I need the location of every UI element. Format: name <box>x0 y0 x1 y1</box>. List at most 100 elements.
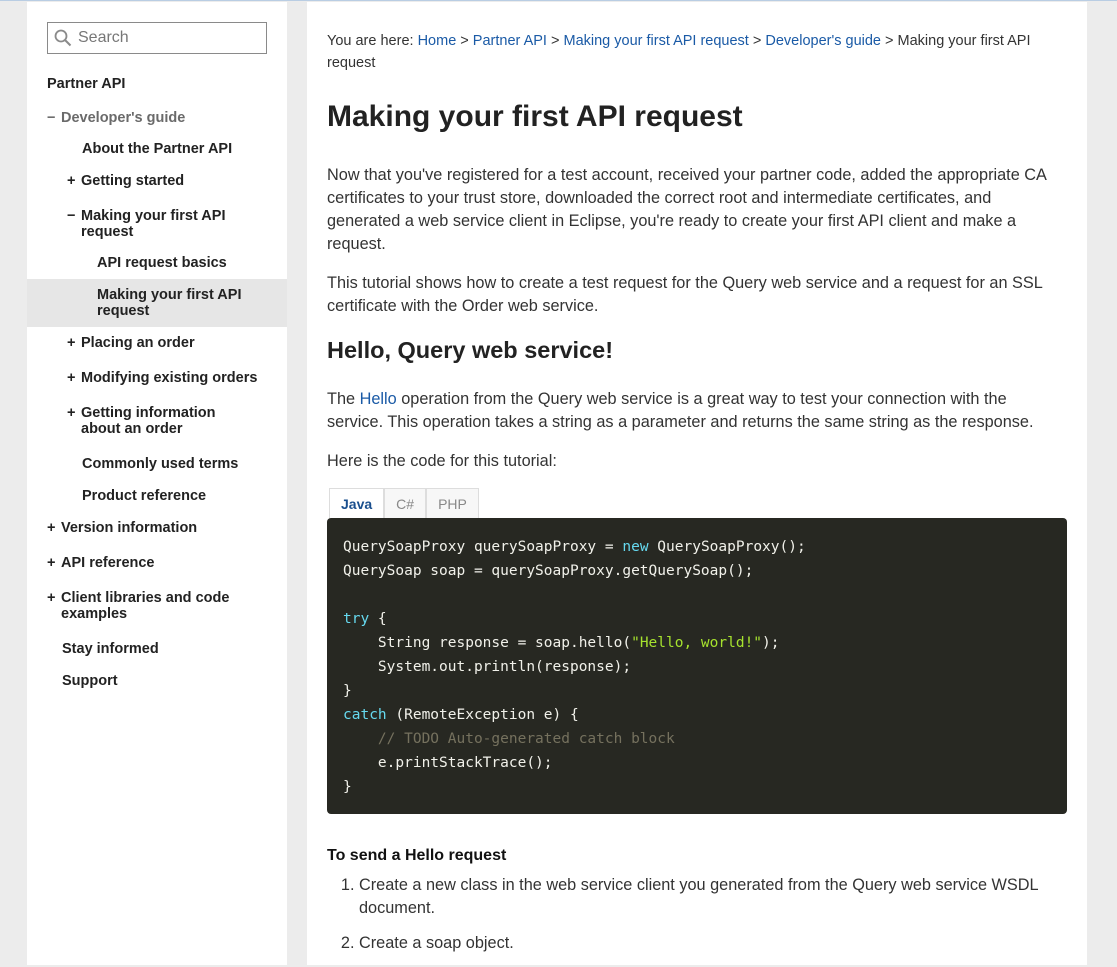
code-line: System.out.println(response); <box>343 659 632 675</box>
nav-label-line1: Getting information <box>81 405 216 421</box>
nav-label: About the Partner API <box>82 141 233 157</box>
nav-developers-guide[interactable]: − Developer's guide <box>47 110 186 126</box>
breadcrumb-separator: > <box>550 33 560 49</box>
nav-label-line1: Making your first API <box>81 208 226 224</box>
search-icon <box>54 29 72 47</box>
breadcrumb-link-home[interactable]: Home <box>418 33 457 49</box>
breadcrumb: You are here: Home > Partner API > Makin… <box>327 30 1047 74</box>
minus-icon[interactable]: − <box>67 208 79 224</box>
breadcrumb-separator: > <box>885 33 894 49</box>
tab-csharp[interactable]: C# <box>384 488 427 518</box>
breadcrumb-separator: > <box>752 33 762 49</box>
plus-icon[interactable]: + <box>47 555 59 571</box>
code-tabs: Java C# PHP <box>329 488 479 518</box>
code-keyword: catch <box>343 707 387 723</box>
list-item: Create a new class in the web service cl… <box>359 874 1067 920</box>
code-line: QuerySoap soap = querySoapProxy.getQuery… <box>343 563 754 579</box>
section-title: Hello, Query web service! <box>327 337 614 363</box>
nav-label: Product reference <box>82 488 207 504</box>
code-line: catch (RemoteException e) { <box>343 703 1051 727</box>
code-line: } <box>343 779 352 795</box>
code-keyword: new <box>622 539 649 555</box>
breadcrumb-separator: > <box>460 33 469 49</box>
nav-label: Version information <box>61 520 198 536</box>
nav-placing-order[interactable]: + Placing an order <box>67 335 195 351</box>
nav-label: Developer's guide <box>61 110 186 126</box>
nav-label-line2: request <box>97 303 150 319</box>
nav-partner-api[interactable]: Partner API <box>47 76 125 92</box>
hello-text-post: operation from the Query web service is … <box>327 390 1034 431</box>
nav-label-line1: Making your first API <box>97 287 242 303</box>
steps-list: Create a new class in the web service cl… <box>327 874 1067 967</box>
breadcrumb-link-first-request[interactable]: Making your first API request <box>563 33 748 49</box>
list-item: Create a soap object. <box>359 932 1067 955</box>
nav-making-first-request[interactable]: − Making your first API request <box>67 208 226 240</box>
plus-icon[interactable]: + <box>47 520 59 536</box>
page-title: Making your first API request <box>327 100 743 133</box>
hello-paragraph: The Hello operation from the Query web s… <box>327 388 1067 434</box>
main-content: You are here: Home > Partner API > Makin… <box>307 2 1087 965</box>
code-keyword: try <box>343 611 370 627</box>
nav-label: Stay informed <box>62 641 159 657</box>
hello-text-pre: The <box>327 390 360 408</box>
nav-label: Getting started <box>81 173 185 189</box>
nav-label: Placing an order <box>81 335 195 351</box>
breadcrumb-prefix: You are here: <box>327 33 414 49</box>
sidebar: Partner API − Developer's guide About th… <box>27 2 287 965</box>
plus-icon[interactable]: + <box>67 335 79 351</box>
code-string: "Hello, world!" <box>631 635 763 651</box>
nav-client-libraries[interactable]: + Client libraries and code examples <box>47 590 230 622</box>
code-comment: // TODO Auto-generated catch block <box>343 731 675 747</box>
nav-about-partner-api[interactable]: About the Partner API <box>82 141 232 157</box>
nav-api-reference[interactable]: + API reference <box>47 555 155 571</box>
code-text: QuerySoapProxy querySoapProxy = <box>343 539 623 555</box>
nav-common-terms[interactable]: Commonly used terms <box>82 456 238 472</box>
code-intro: Here is the code for this tutorial: <box>327 452 557 470</box>
code-text: ); <box>762 635 780 651</box>
tab-php[interactable]: PHP <box>426 488 479 518</box>
nav-label-line2: request <box>81 224 134 240</box>
code-line: e.printStackTrace(); <box>343 755 553 771</box>
nav-making-first-request-current[interactable]: Making your first API request <box>97 287 241 319</box>
plus-icon[interactable]: + <box>67 173 79 189</box>
nav-getting-info[interactable]: + Getting information about an order <box>67 405 216 437</box>
code-line: try { <box>343 607 1051 631</box>
breadcrumb-link-partner-api[interactable]: Partner API <box>473 33 547 49</box>
nav-label-line2: examples <box>61 606 128 622</box>
plus-icon[interactable]: + <box>67 405 79 421</box>
steps-heading: To send a Hello request <box>327 847 507 864</box>
nav-version-info[interactable]: + Version information <box>47 520 198 536</box>
minus-icon[interactable]: − <box>47 110 59 126</box>
code-line: String response = soap.hello("Hello, wor… <box>343 631 1051 655</box>
code-text: { <box>369 611 387 627</box>
search-input[interactable] <box>78 29 258 47</box>
nav-label: Partner API <box>47 76 126 92</box>
breadcrumb-link-developers-guide[interactable]: Developer's guide <box>765 33 881 49</box>
nav-product-reference[interactable]: Product reference <box>82 488 206 504</box>
intro-paragraph: Now that you've registered for a test ac… <box>327 166 1046 253</box>
nav-api-request-basics[interactable]: API request basics <box>97 255 227 271</box>
code-text: String response = soap.hello( <box>343 635 632 651</box>
code-text: QuerySoapProxy(); <box>648 539 806 555</box>
nav-stay-informed[interactable]: Stay informed <box>62 641 159 657</box>
tab-java[interactable]: Java <box>329 488 385 518</box>
code-block: QuerySoapProxy querySoapProxy = new Quer… <box>327 518 1067 814</box>
nav-getting-started[interactable]: + Getting started <box>67 173 185 189</box>
search-box[interactable] <box>47 22 267 54</box>
nav-label: Commonly used terms <box>82 456 239 472</box>
plus-icon[interactable]: + <box>67 370 79 386</box>
nav-label: API reference <box>61 555 155 571</box>
nav-label: Support <box>62 673 118 689</box>
nav-label-line2: about an order <box>81 421 183 437</box>
nav-label: API request basics <box>97 255 227 271</box>
hello-link[interactable]: Hello <box>360 390 397 408</box>
nav-label-line1: Client libraries and code <box>61 590 230 606</box>
code-text: (RemoteException e) { <box>386 707 579 723</box>
nav-modifying-orders[interactable]: + Modifying existing orders <box>67 370 257 386</box>
code-line: QuerySoapProxy querySoapProxy = new Quer… <box>343 535 1051 559</box>
nav-support[interactable]: Support <box>62 673 118 689</box>
plus-icon[interactable]: + <box>47 590 59 606</box>
top-border <box>0 0 1117 1</box>
tutorial-paragraph: This tutorial shows how to create a test… <box>327 274 1043 315</box>
